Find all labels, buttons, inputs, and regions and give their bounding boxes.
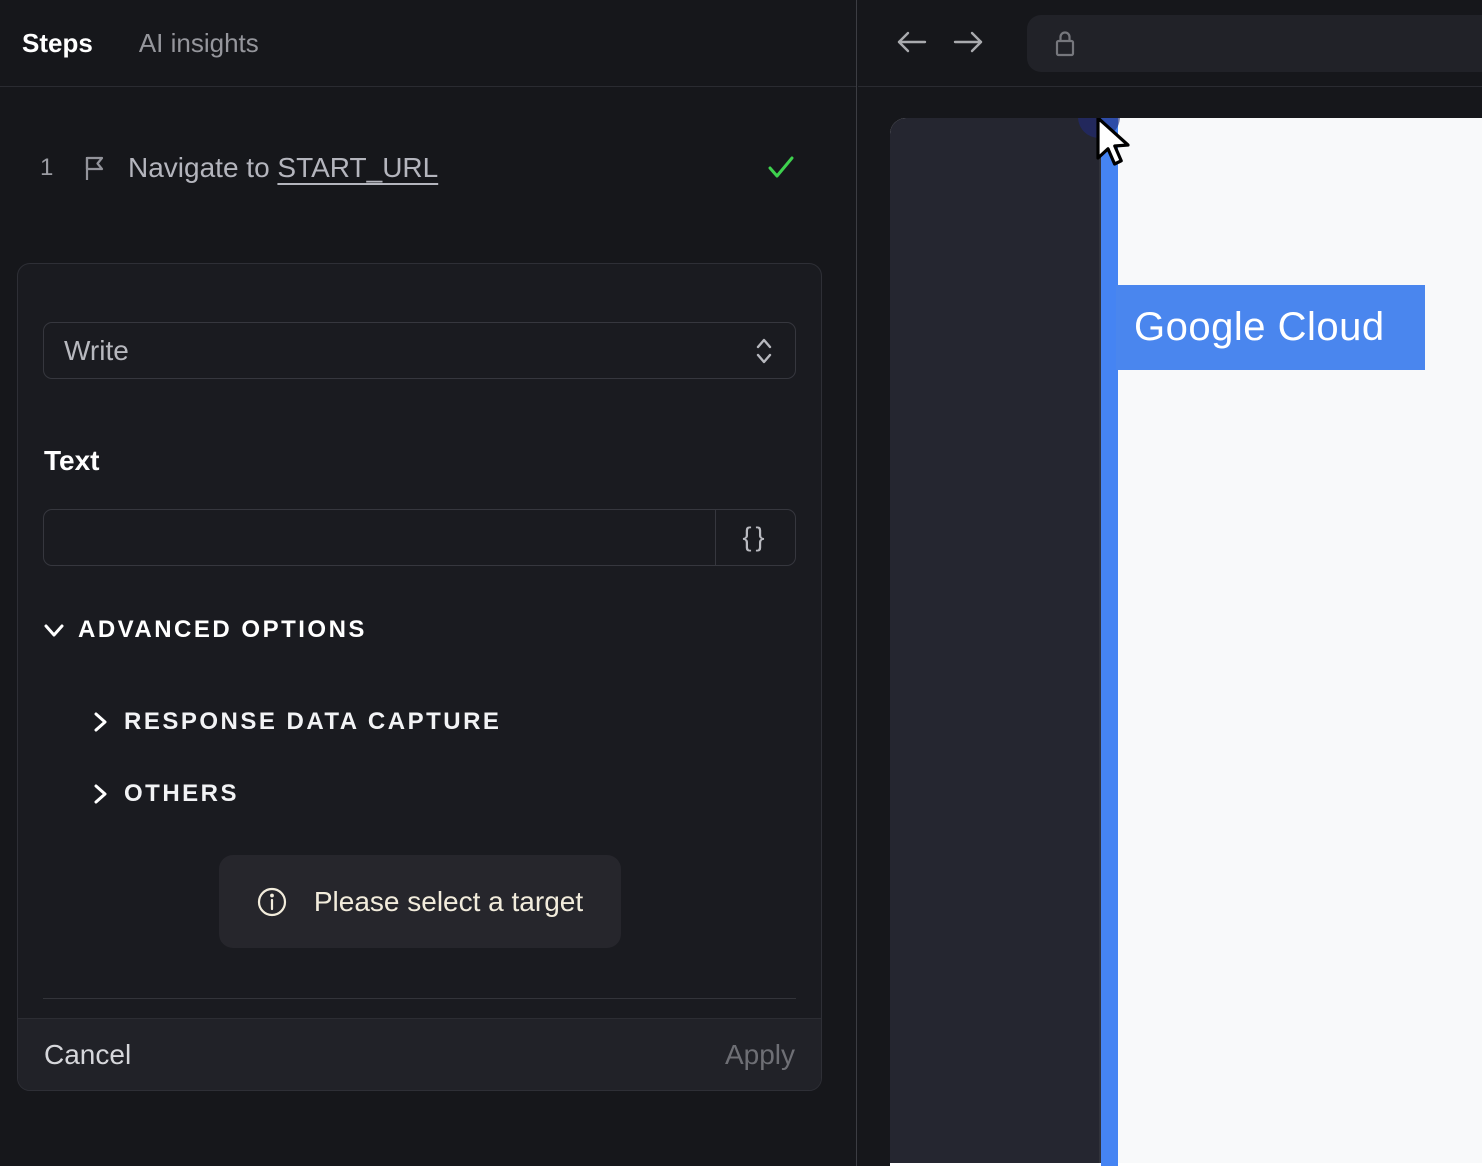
advanced-options-label: ADVANCED OPTIONS [78,616,367,643]
back-arrow-icon[interactable] [894,24,930,60]
highlighted-element-label: Google Cloud [1134,305,1385,349]
panel-tabbar: Steps AI insights [0,0,856,87]
others-label: OTHERS [124,780,240,807]
highlighted-element[interactable]: Google Cloud [1116,285,1425,370]
apply-button[interactable]: Apply [725,1039,795,1071]
check-icon [766,152,796,182]
chevron-updown-icon [753,336,775,366]
browser-panel: Google Cloud [858,0,1482,1166]
action-select[interactable]: Write [43,322,796,379]
browser-topbar [858,0,1482,87]
url-bar[interactable] [1027,15,1482,72]
cursor-icon [1094,118,1140,168]
step-title: Navigate to START_URL [128,152,438,184]
advanced-options-toggle[interactable]: ADVANCED OPTIONS [42,616,821,644]
step-title-text: Navigate to [128,152,278,183]
lock-icon [1052,28,1078,60]
text-input[interactable] [44,510,715,565]
flag-icon [82,154,108,182]
chevron-right-icon [90,782,110,806]
card-divider [43,998,796,999]
step-number: 1 [40,154,54,181]
others-toggle[interactable]: OTHERS [90,780,821,808]
card-footer: Cancel Apply [18,1018,821,1090]
step-row[interactable]: 1 Navigate to START_URL [0,140,856,196]
start-url-link[interactable]: START_URL [277,152,438,183]
chevron-right-icon [90,710,110,734]
info-icon [256,886,288,918]
insert-variable-button[interactable]: {} [715,510,795,565]
app-root: Steps AI insights 1 Navigate to START_UR… [0,0,1482,1166]
page-viewport: Google Cloud [890,118,1482,1166]
text-field-label: Text [44,445,100,476]
element-highlight-strip[interactable] [1101,118,1118,1166]
steps-panel: Steps AI insights 1 Navigate to START_UR… [0,0,857,1166]
text-input-group: {} [43,509,796,566]
response-data-capture-toggle[interactable]: RESPONSE DATA CAPTURE [90,708,821,736]
forward-arrow-icon[interactable] [950,24,986,60]
select-target-notice: Please select a target [218,855,621,948]
select-target-notice-text: Please select a target [313,885,584,917]
tab-ai-insights[interactable]: AI insights [139,28,259,59]
page-sidebar [890,118,1101,1163]
step-editor-card: Write Text {} ADVANCED OPTIONS RESPONSE … [17,263,822,1091]
action-select-value: Write [64,334,129,366]
response-data-capture-label: RESPONSE DATA CAPTURE [124,708,502,735]
chevron-down-icon [42,618,66,642]
cancel-button[interactable]: Cancel [44,1039,131,1071]
tab-steps[interactable]: Steps [22,28,93,59]
